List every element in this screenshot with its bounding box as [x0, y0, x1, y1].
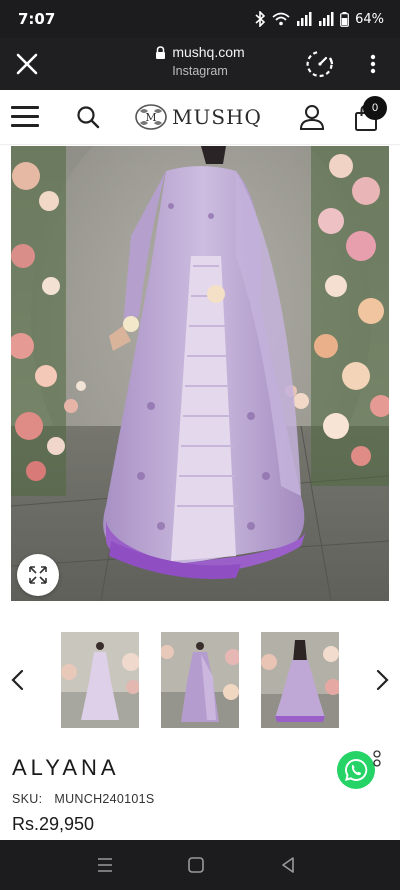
svg-text:M: M [145, 111, 156, 124]
signal-icon [319, 12, 334, 26]
lock-icon [156, 45, 166, 59]
back-icon[interactable] [278, 855, 298, 875]
thumbnail-front-view[interactable] [61, 632, 139, 728]
home-icon[interactable] [186, 855, 206, 875]
bluetooth-icon [255, 11, 266, 27]
signal-icon [297, 12, 312, 26]
browser-toolbar: mushq.com Instagram [0, 38, 400, 90]
recent-apps-icon[interactable] [95, 855, 115, 875]
thumbnail-dupatta-view[interactable] [161, 632, 239, 728]
expand-image-button[interactable] [17, 554, 59, 596]
logo-mark: M [135, 104, 167, 130]
thumbnail-back-view[interactable] [261, 632, 339, 728]
whatsapp-chat-button[interactable] [337, 751, 375, 789]
site-header: M MUSHQ [0, 90, 400, 145]
sku-value: MUNCH240101S [54, 792, 155, 806]
product-main-image[interactable] [11, 146, 389, 601]
system-nav-bar [0, 840, 400, 890]
url-text: mushq.com [172, 44, 245, 60]
logo-text: MUSHQ [172, 105, 262, 129]
status-icons: 64% [254, 11, 384, 27]
battery-icon [340, 11, 349, 27]
expand-icon [29, 566, 47, 584]
browser-source: Instagram [172, 64, 228, 78]
user-icon[interactable] [298, 103, 326, 131]
search-icon[interactable] [75, 104, 101, 130]
status-time: 7:07 [18, 10, 56, 28]
speed-icon[interactable] [305, 49, 335, 79]
battery-percent: 64% [355, 11, 384, 27]
sku-label: SKU: [12, 792, 43, 806]
cart-count-badge: 0 [363, 96, 387, 120]
widget-menu-icon[interactable] [372, 750, 382, 774]
chevron-left-icon[interactable] [8, 668, 28, 692]
more-vert-icon[interactable] [360, 51, 386, 77]
menu-icon[interactable] [11, 106, 39, 128]
sku-row: SKU: MUNCH240101S [12, 792, 155, 806]
chevron-right-icon[interactable] [372, 668, 392, 692]
whatsapp-icon [345, 758, 368, 781]
wifi-icon [272, 12, 290, 26]
close-icon[interactable] [14, 51, 40, 77]
status-bar: 7:07 64% [0, 0, 400, 38]
product-price: Rs.29,950 [12, 814, 95, 834]
site-logo[interactable]: M MUSHQ [134, 102, 262, 132]
product-title: ALYANA [12, 755, 120, 780]
url-bar[interactable]: mushq.com Instagram [100, 44, 300, 78]
